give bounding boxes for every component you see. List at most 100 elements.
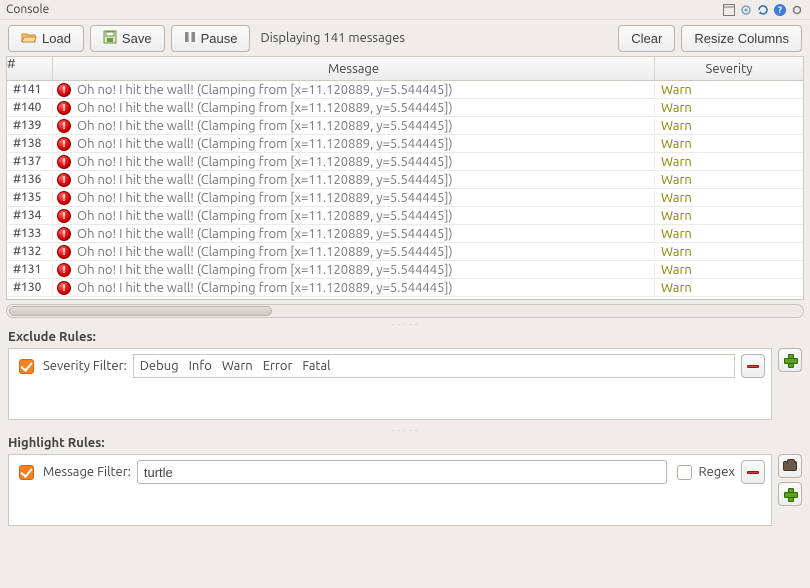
save-icon [103,30,117,47]
row-severity: Warn [655,191,803,205]
add-highlight-rule-button[interactable] [778,482,802,506]
table-row[interactable]: #138 Oh no! I hit the wall! (Clamping fro… [7,135,803,153]
splitter-handle[interactable]: · · · · · [0,320,810,328]
error-icon [57,281,71,295]
close-dot-icon[interactable] [789,2,804,17]
row-message-text: Oh no! I hit the wall! (Clamping from [x… [77,191,453,205]
row-message: Oh no! I hit the wall! (Clamping from [x… [53,119,655,133]
severity-filter-values[interactable]: DebugInfoWarnErrorFatal [133,354,735,378]
table-row[interactable]: #130Oh no! I hit the wall! (Clamping fro… [7,279,803,297]
table-row[interactable]: #136Oh no! I hit the wall! (Clamping fro… [7,171,803,189]
pause-label: Pause [201,31,238,46]
row-message: Oh no! I hit the wall! (Clamping from [x… [53,245,655,259]
row-number: #137 [7,155,53,168]
folder-open-icon [21,30,37,47]
exclude-rule-label: Severity Filter: [43,359,127,373]
remove-exclude-rule-button[interactable] [741,354,765,378]
error-icon [57,155,71,169]
row-number: #132 [7,245,53,258]
highlight-settings-button[interactable] [778,454,802,478]
save-label: Save [122,31,152,46]
detach-icon[interactable] [721,2,736,17]
error-icon [57,173,71,187]
row-message-text: Oh no! I hit the wall! (Clamping from [x… [77,83,453,97]
resize-columns-button[interactable]: Resize Columns [681,25,802,52]
row-message: Oh no! I hit the wall! (Clamping from [x… [53,227,655,241]
row-message: Oh no! I hit the wall! (Clamping from [x… [53,191,655,205]
row-message-text: Oh no! I hit the wall! (Clamping from [x… [77,245,453,259]
severity-value: Fatal [302,359,330,373]
row-severity: Warn [655,155,803,169]
table-row[interactable]: #134Oh no! I hit the wall! (Clamping fro… [7,207,803,225]
load-label: Load [42,31,71,46]
exclude-rules-title: Exclude Rules: [0,328,810,348]
table-row[interactable]: #139Oh no! I hit the wall! (Clamping fro… [7,117,803,135]
row-message: Oh no! I hit the wall! (Clamping from [x… [53,137,655,151]
resize-label: Resize Columns [694,31,789,46]
error-icon [57,191,71,205]
gear-icon[interactable] [738,2,753,17]
row-severity: Warn [655,137,803,151]
regex-checkbox[interactable] [677,465,692,480]
error-icon [57,119,71,133]
table-row[interactable]: #131 Oh no! I hit the wall! (Clamping fro… [7,261,803,279]
table-row[interactable]: #132 Oh no! I hit the wall! (Clamping fro… [7,243,803,261]
row-number: #131 [7,263,53,276]
exclude-rule-checkbox[interactable] [19,359,34,374]
table-row[interactable]: #140 Oh no! I hit the wall! (Clamping fro… [7,99,803,117]
severity-value: Info [189,359,212,373]
row-message: Oh no! I hit the wall! (Clamping from [x… [53,263,655,277]
row-severity: Warn [655,173,803,187]
highlight-rules-title: Highlight Rules: [0,434,810,454]
row-severity: Warn [655,119,803,133]
exclude-rules-list: Severity Filter: DebugInfoWarnErrorFatal [8,348,772,420]
row-number: #140 [7,101,53,114]
splitter-handle[interactable]: · · · · · [0,426,810,434]
row-message-text: Oh no! I hit the wall! (Clamping from [x… [77,227,453,241]
error-icon [57,245,71,259]
help-icon[interactable]: ? [772,2,787,17]
error-icon [57,209,71,223]
column-header-number[interactable]: # [7,57,53,80]
pause-icon [184,31,196,46]
row-message-text: Oh no! I hit the wall! (Clamping from [x… [77,101,453,115]
plus-icon [784,354,796,366]
severity-value: Warn [222,359,253,373]
row-message-text: Oh no! I hit the wall! (Clamping from [x… [77,263,453,277]
row-message-text: Oh no! I hit the wall! (Clamping from [x… [77,281,453,295]
row-number: #134 [7,209,53,222]
grid-header: # Message Severity [7,57,803,81]
clear-button[interactable]: Clear [618,25,675,52]
error-icon [57,227,71,241]
row-message: Oh no! I hit the wall! (Clamping from [x… [53,101,655,115]
toolbar: Load Save Pause Displaying 141 messages … [0,20,810,56]
grid-body[interactable]: #141Oh no! I hit the wall! (Clamping fro… [7,81,803,299]
row-number: #139 [7,119,53,132]
table-row[interactable]: #141Oh no! I hit the wall! (Clamping fro… [7,81,803,99]
row-message: Oh no! I hit the wall! (Clamping from [x… [53,155,655,169]
table-row[interactable]: #135Oh no! I hit the wall! (Clamping fro… [7,189,803,207]
row-number: #138 [7,137,53,150]
row-severity: Warn [655,281,803,295]
message-filter-input[interactable] [137,460,667,484]
row-message-text: Oh no! I hit the wall! (Clamping from [x… [77,137,453,151]
exclude-rule-row: Severity Filter: DebugInfoWarnErrorFatal [11,353,769,379]
add-exclude-rule-button[interactable] [778,348,802,372]
column-header-message[interactable]: Message [53,57,655,80]
error-icon [57,137,71,151]
horizontal-scrollbar[interactable] [6,302,804,320]
table-row[interactable]: #137Oh no! I hit the wall! (Clamping fro… [7,153,803,171]
pause-button[interactable]: Pause [171,25,251,52]
error-icon [57,83,71,97]
remove-highlight-rule-button[interactable] [741,460,765,484]
svg-text:?: ? [778,5,782,15]
titlebar: Console ? [0,0,810,20]
severity-value: Error [263,359,293,373]
table-row[interactable]: #133Oh no! I hit the wall! (Clamping fro… [7,225,803,243]
highlight-rule-label: Message Filter: [43,465,131,479]
column-header-severity[interactable]: Severity [655,57,803,80]
load-button[interactable]: Load [8,25,84,52]
save-button[interactable]: Save [90,25,165,52]
highlight-rule-checkbox[interactable] [19,465,34,480]
reload-icon[interactable] [755,2,770,17]
